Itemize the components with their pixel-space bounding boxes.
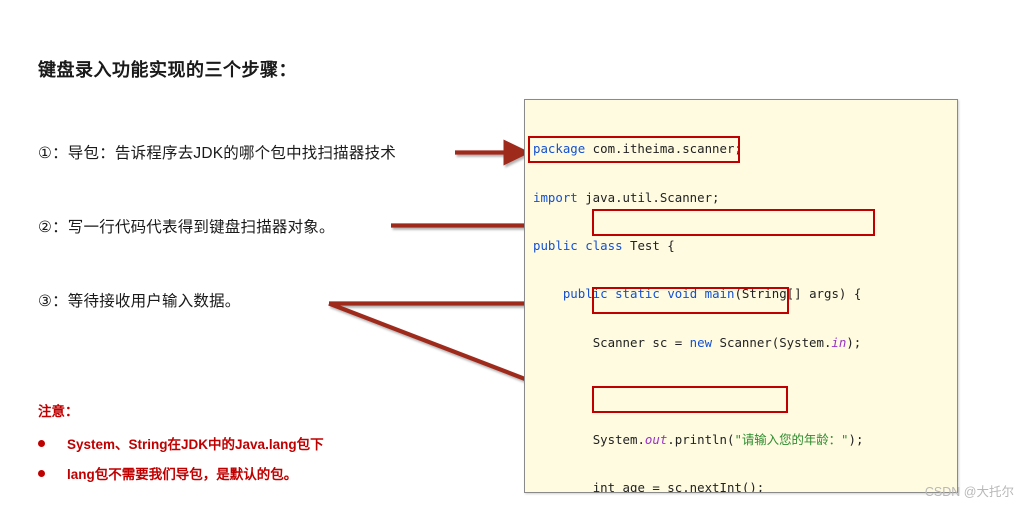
step-item-1: ①：导包：告诉程序去JDK的哪个包中找扫描器技术 [38, 145, 396, 162]
pkg-name: com.itheima.scanner; [585, 141, 742, 157]
main-signature: (String[] args) { [734, 286, 862, 302]
code-line-3: public class Test { [533, 234, 863, 258]
kw-class: class [585, 237, 623, 253]
code-line-7: System.out.println("请输入您的年龄："); [533, 428, 864, 452]
bullet-icon [38, 439, 45, 447]
notice-heading: 注意： [38, 404, 79, 419]
kw-static: static [615, 286, 660, 302]
kw-public: public [562, 286, 608, 302]
kw-main: main [704, 286, 735, 302]
code-line-4: public static void main(String[] args) { [533, 282, 863, 306]
notice-list-item: lang包不需要我们导包，是默认的包。 [38, 463, 297, 483]
close-paren: ); [848, 431, 864, 447]
sys-prefix: System. [592, 431, 645, 447]
code-line-2: import java.util.Scanner; [533, 186, 863, 210]
code-line-6-blank [533, 379, 863, 403]
code-line-8: int age = sc.nextInt(); [533, 476, 863, 493]
kw-void: void [667, 286, 698, 302]
import-name: java.util.Scanner; [577, 189, 720, 205]
println-call: .println( [667, 431, 735, 447]
kw-new: new [689, 334, 713, 350]
kw-public: public [533, 237, 578, 253]
class-name: Test { [622, 237, 675, 253]
kw-package: package [533, 141, 586, 157]
string-age-prompt: "请输入您的年龄：" [734, 431, 849, 447]
code-line-5: Scanner sc = new Scanner(System.in); [533, 331, 863, 355]
field-out: out [644, 431, 668, 447]
kw-import: import [533, 189, 578, 205]
code-block: package com.itheima.scanner; import java… [525, 100, 864, 493]
notice-item-label: System、String在JDK中的Java.lang包下 [67, 437, 324, 452]
scanner-decl-head: Scanner sc = [592, 334, 690, 350]
code-line-1: package com.itheima.scanner; [533, 137, 863, 161]
int-age-decl: int age = sc.nextInt(); [592, 479, 765, 493]
watermark: CSDN @大托尔 [924, 485, 1014, 499]
step-item-2: ②：写一行代码代表得到键盘扫描器对象。 [38, 219, 335, 236]
notice-list-item: System、String在JDK中的Java.lang包下 [38, 433, 324, 453]
scanner-decl-tail: ); [846, 334, 862, 350]
page-title: 键盘录入功能实现的三个步骤： [38, 60, 297, 80]
field-in: in [831, 334, 847, 350]
slide-canvas: 键盘录入功能实现的三个步骤： ①：导包：告诉程序去JDK的哪个包中找扫描器技术 … [0, 0, 1024, 506]
code-panel: package com.itheima.scanner; import java… [524, 99, 958, 493]
bullet-icon [38, 469, 45, 477]
scanner-decl-mid: Scanner(System. [712, 334, 832, 350]
step-item-3: ③：等待接收用户输入数据。 [38, 293, 241, 310]
notice-item-label: lang包不需要我们导包，是默认的包。 [67, 467, 298, 482]
